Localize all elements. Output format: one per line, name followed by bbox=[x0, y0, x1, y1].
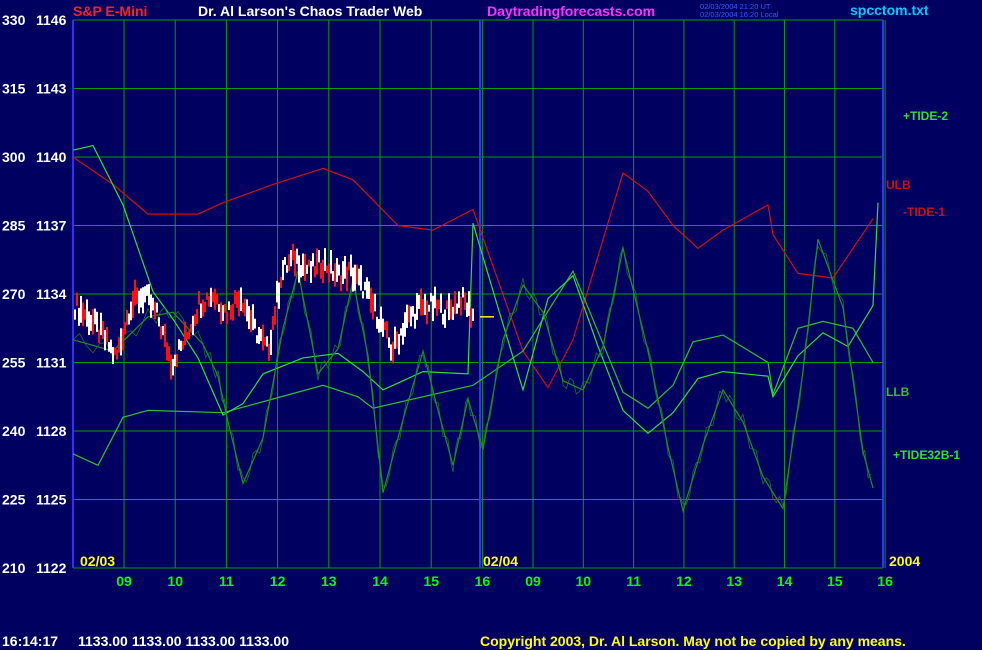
x-tick-label-hour: 15 bbox=[423, 573, 439, 589]
y-tick-label-left: 315 bbox=[2, 81, 26, 97]
date-label-mid: 02/04 bbox=[483, 553, 518, 569]
y-tick-label-price: 1140 bbox=[36, 149, 67, 165]
plot-grid bbox=[72, 19, 886, 569]
y-tick-label-price: 1134 bbox=[36, 286, 67, 302]
year-label: 2004 bbox=[889, 553, 920, 569]
filename-label: spcctom.txt bbox=[850, 2, 929, 18]
x-tick-label-hour: 09 bbox=[116, 573, 132, 589]
x-tick-label-hour: 10 bbox=[167, 573, 183, 589]
timestamp-local: 02/03/2004 16:20 Local bbox=[700, 10, 779, 19]
x-tick-label-hour: 13 bbox=[726, 573, 742, 589]
x-tick-label-hour: 16 bbox=[877, 573, 893, 589]
y-tick-label-price: 1143 bbox=[36, 81, 67, 97]
x-tick-label-hour: 14 bbox=[777, 573, 793, 589]
x-tick-label-hour: 11 bbox=[219, 573, 234, 589]
chart-title: Dr. Al Larson's Chaos Trader Web bbox=[198, 3, 422, 19]
y-tick-label-left: 225 bbox=[2, 492, 26, 508]
y-tick-label-left: 255 bbox=[2, 355, 26, 371]
y-tick-label-left: 270 bbox=[2, 286, 26, 302]
y-tick-label-price: 1125 bbox=[36, 492, 67, 508]
y-tick-label-price: 1128 bbox=[36, 423, 67, 439]
x-tick-label-hour: 14 bbox=[372, 573, 388, 589]
series-line--tide-2 bbox=[72, 144, 879, 435]
series-labels: +TIDE-2 ULB -TIDE-1 LLB +TIDE32B-1 bbox=[886, 109, 960, 462]
y-tick-label-price: 1137 bbox=[36, 218, 67, 234]
series-label: -TIDE-1 bbox=[903, 205, 945, 219]
y-tick-label-price: 1122 bbox=[36, 560, 67, 576]
x-tick-label-hour: 12 bbox=[270, 573, 286, 589]
footer-quote: 1133.00 1133.00 1133.00 1133.00 bbox=[78, 633, 289, 649]
x-axis: 09 10 11 12 13 14 15 16 09 10 11 12 13 14 15 16 bbox=[116, 573, 893, 589]
y-axis-left: 330 1146 315 1143 300 1140 285 1137 270 1134 255 11… bbox=[2, 12, 67, 576]
series-label: +TIDE32B-1 bbox=[893, 448, 960, 462]
x-tick-label-hour: 10 bbox=[576, 573, 592, 589]
y-tick-label-left: 300 bbox=[2, 149, 26, 165]
y-tick-label-price: 1146 bbox=[36, 12, 67, 28]
instrument-label: S&P E-Mini bbox=[73, 3, 147, 19]
series-line-tide32b-detail bbox=[72, 245, 872, 508]
chaos-trader-chart: S&P E-Mini Dr. Al Larson's Chaos Trader … bbox=[2, 2, 960, 649]
date-label-start: 02/03 bbox=[80, 553, 115, 569]
x-tick-label-hour: 16 bbox=[475, 573, 491, 589]
site-label: Daytradingforecasts.com bbox=[487, 3, 655, 19]
x-tick-label-hour: 09 bbox=[525, 573, 541, 589]
y-tick-label-left: 330 bbox=[2, 12, 26, 28]
x-tick-label-hour: 13 bbox=[321, 573, 337, 589]
series-label: ULB bbox=[886, 178, 911, 192]
series-label: LLB bbox=[886, 385, 910, 399]
footer-time: 16:14:17 bbox=[2, 633, 58, 649]
y-tick-label-price: 1131 bbox=[36, 355, 67, 371]
series-label: +TIDE-2 bbox=[903, 109, 948, 123]
x-tick-label-hour: 12 bbox=[676, 573, 692, 589]
footer-copyright: Copyright 2003, Dr. Al Larson. May not b… bbox=[480, 633, 906, 649]
x-tick-label-hour: 11 bbox=[626, 573, 641, 589]
series-line-llb bbox=[72, 269, 874, 467]
y-tick-label-left: 210 bbox=[2, 560, 26, 576]
y-tick-label-left: 240 bbox=[2, 423, 26, 439]
y-tick-label-left: 285 bbox=[2, 218, 26, 234]
x-tick-label-hour: 15 bbox=[827, 573, 843, 589]
